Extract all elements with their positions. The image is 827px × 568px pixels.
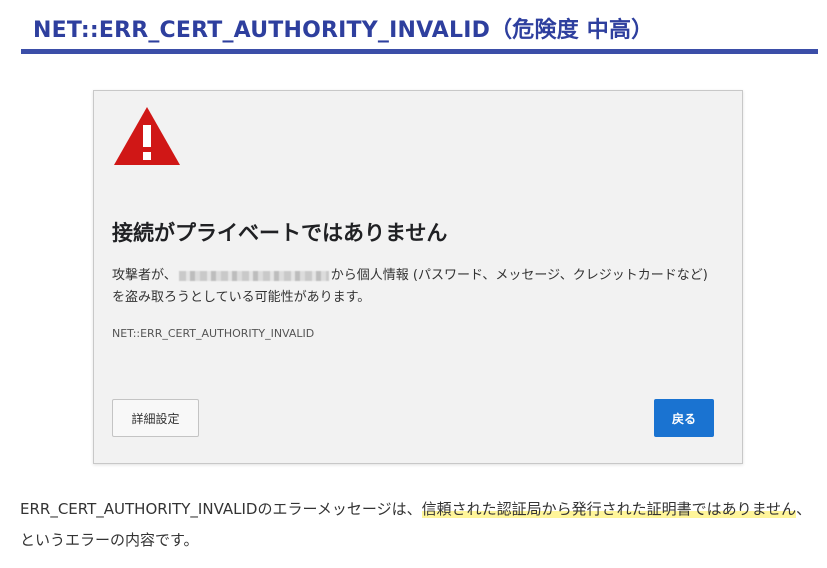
error-page-screenshot: 接続がプライベートではありません 攻撃者が、 から個人情報 (パスワード、メッセー… — [93, 90, 743, 464]
description-highlight: 信頼された認証局から発行された証明書ではありません — [421, 500, 797, 518]
description-prefix: ERR_CERT_AUTHORITY_INVALIDのエラーメッセージは、 — [20, 500, 422, 518]
error-code: NET::ERR_CERT_AUTHORITY_INVALID — [112, 327, 315, 340]
redacted-domain — [178, 270, 329, 281]
description-paragraph: ERR_CERT_AUTHORITY_INVALIDのエラーメッセージは、信頼さ… — [20, 494, 815, 556]
error-body: 攻撃者が、 から個人情報 (パスワード、メッセージ、クレジットカードなど) を盗み… — [112, 265, 722, 309]
advanced-button[interactable]: 詳細設定 — [112, 399, 199, 437]
back-button[interactable]: 戻る — [654, 399, 714, 437]
error-body-prefix: 攻撃者が、 — [112, 268, 177, 283]
error-title: 接続がプライベートではありません — [112, 221, 448, 245]
section-heading: NET::ERR_CERT_AUTHORITY_INVALID（危険度 中高） — [21, 6, 818, 54]
warning-triangle-icon — [114, 107, 180, 165]
heading-title: NET::ERR_CERT_AUTHORITY_INVALID（危険度 中高） — [33, 18, 654, 43]
